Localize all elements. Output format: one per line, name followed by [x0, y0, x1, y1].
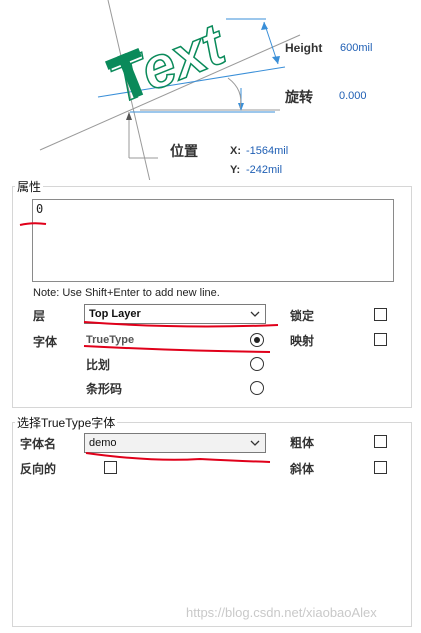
font-option-barcode-label: 条形码 [86, 382, 123, 396]
mirror-checkbox[interactable] [374, 333, 387, 346]
font-option-stroke-label: 比划 [86, 358, 111, 372]
inverted-checkbox[interactable] [104, 461, 117, 474]
text-input[interactable]: 0 [32, 199, 394, 282]
layer-label: 层 [33, 309, 46, 323]
italic-checkbox[interactable] [374, 461, 387, 474]
chevron-down-icon [250, 311, 260, 317]
x-value: -1564mil [246, 145, 289, 157]
rotation-label: 旋转 [285, 89, 313, 105]
height-value: 600mil [340, 42, 373, 54]
position-label: 位置 [170, 143, 198, 159]
properties-group-title: 属性 [15, 178, 44, 195]
y-value: -242mil [246, 164, 283, 176]
chevron-down-icon [250, 440, 260, 446]
bold-checkbox[interactable] [374, 435, 387, 448]
lock-label: 锁定 [290, 309, 315, 323]
layer-select-value: Top Layer [89, 308, 141, 320]
font-option-barcode-radio[interactable] [250, 381, 264, 395]
mirror-label: 映射 [290, 334, 315, 348]
font-option-truetype-radio[interactable] [250, 333, 264, 347]
layer-select[interactable]: Top Layer [84, 304, 266, 324]
font-name-select-value: demo [89, 437, 117, 449]
font-label: 字体 [33, 335, 58, 349]
note-text: Note: Use Shift+Enter to add new line. [33, 287, 220, 299]
x-label: X: [230, 145, 241, 157]
rotation-value: 0.000 [339, 90, 367, 102]
watermark: https://blog.csdn.net/xiaobaoAlex [186, 605, 377, 620]
font-option-truetype-label: TrueType [86, 334, 135, 346]
bold-label: 粗体 [290, 436, 315, 450]
lock-checkbox[interactable] [374, 308, 387, 321]
font-name-label: 字体名 [20, 437, 57, 451]
inverted-label: 反向的 [20, 462, 57, 476]
font-option-stroke-radio[interactable] [250, 357, 264, 371]
y-label: Y: [230, 164, 241, 176]
height-label: Height [285, 41, 323, 55]
italic-label: 斜体 [290, 462, 315, 476]
font-name-select[interactable]: demo [84, 433, 266, 453]
truetype-group-title: 选择TrueType字体 [15, 414, 118, 431]
